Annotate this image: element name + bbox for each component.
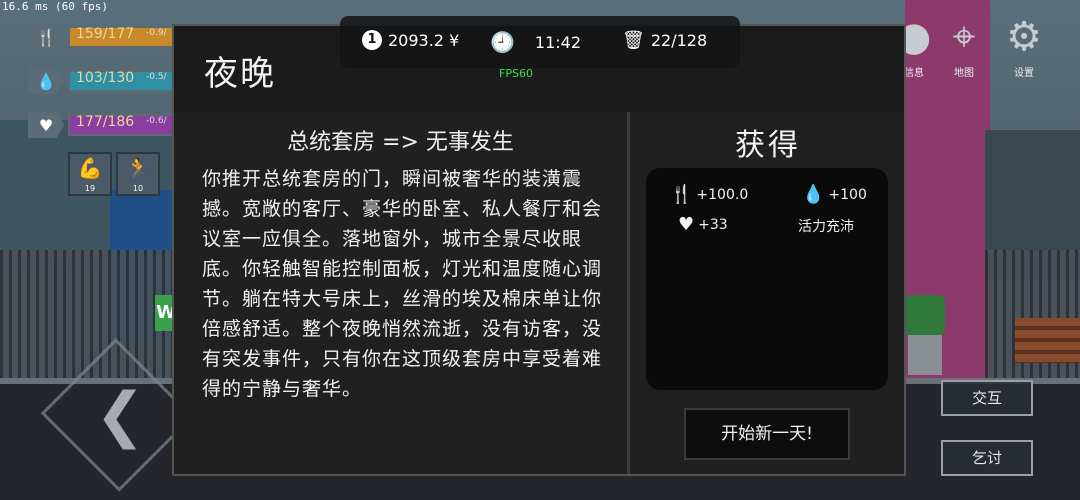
hunger-value: 159/177: [76, 26, 135, 42]
coin-icon: 1: [362, 30, 382, 50]
fps-counter: FPS60: [499, 67, 533, 80]
settings-label: 设置: [1014, 68, 1034, 79]
food-reward-value: +100.0: [696, 186, 749, 203]
fork-knife-icon: 🍴: [670, 184, 693, 205]
hunger-delta: -0.9/: [146, 28, 167, 38]
trash-can-icon: 🗑: [622, 30, 645, 51]
time-display: 🕘 11:42: [490, 30, 581, 54]
plant-pot: [908, 335, 942, 375]
health-reward-value: +33: [698, 216, 728, 233]
rewards-title: 获得: [735, 128, 801, 163]
health-delta: -0.6/: [146, 116, 167, 126]
heartbeat-icon: ♥: [28, 112, 64, 138]
health-reward: ♥ +33: [678, 214, 728, 235]
money-value: 2093.2 ¥: [388, 30, 460, 50]
map-pin-icon: ⌖: [952, 14, 976, 60]
strength-icon: 💪: [77, 156, 103, 180]
status-reward: 活力充沛: [798, 219, 854, 235]
event-description: 你推开总统套房的门，瞬间被奢华的装潢震撼。宽敞的客厅、豪华的卧室、私人餐厅和会议…: [202, 168, 603, 400]
plant: [905, 295, 945, 335]
dialog-divider: [627, 112, 630, 474]
bench: [1015, 318, 1080, 363]
map-label: 地图: [954, 68, 974, 79]
debug-frame-time: 16.6 ms (60 fps): [2, 0, 108, 13]
health-value: 177/186: [76, 114, 135, 130]
thirst-delta: -0.5/: [146, 72, 167, 82]
fence: [0, 250, 175, 380]
water-drop-icon: 💧: [28, 68, 64, 94]
dialog-body: 总统套房 => 无事发生 你推开总统套房的门，瞬间被奢华的装潢震撼。宽敞的客厅、…: [174, 112, 904, 474]
event-title: 总统套房 => 无事发生: [287, 130, 514, 155]
water-drop-icon: 💧: [802, 184, 825, 205]
fork-knife-icon: 🍴: [28, 24, 64, 50]
running-icon: 🏃: [125, 156, 151, 180]
food-reward: 🍴 +100.0: [670, 184, 748, 205]
gear-icon: ⚙: [1006, 14, 1042, 60]
skill-running[interactable]: 🏃 10: [116, 152, 160, 196]
interact-button[interactable]: 交互: [941, 380, 1033, 416]
skill-level: 19: [84, 184, 96, 193]
clock-icon: 🕘: [490, 30, 515, 54]
skill-strength[interactable]: 💪 19: [68, 152, 112, 196]
capacity-display: 🗑 22/128: [622, 30, 707, 51]
thirst-value: 103/130: [76, 70, 135, 86]
map-button[interactable]: ⌖ 地图: [934, 10, 994, 88]
night-event-dialog: 夜晚 总统套房 => 无事发生 你推开总统套房的门，瞬间被奢华的装潢震撼。宽敞的…: [172, 24, 906, 476]
capacity-value: 22/128: [650, 31, 708, 50]
money-display: 1 2093.2 ¥: [362, 30, 459, 50]
beg-button[interactable]: 乞讨: [941, 440, 1033, 476]
rewards-panel: 🍴 +100.0 💧 +100 ♥ +33 活力充沛: [646, 168, 888, 390]
dialog-title: 夜晚: [204, 54, 276, 94]
heartbeat-icon: ♥: [678, 214, 695, 235]
skill-level: 10: [132, 184, 144, 193]
start-new-day-button[interactable]: 开始新一天!: [684, 408, 850, 460]
water-reward: 💧 +100: [802, 184, 867, 205]
left-arrow-icon: ❮: [95, 380, 146, 450]
time-value: 11:42: [534, 32, 582, 52]
settings-button[interactable]: ⚙ 设置: [994, 10, 1054, 88]
water-reward-value: +100: [828, 186, 867, 203]
